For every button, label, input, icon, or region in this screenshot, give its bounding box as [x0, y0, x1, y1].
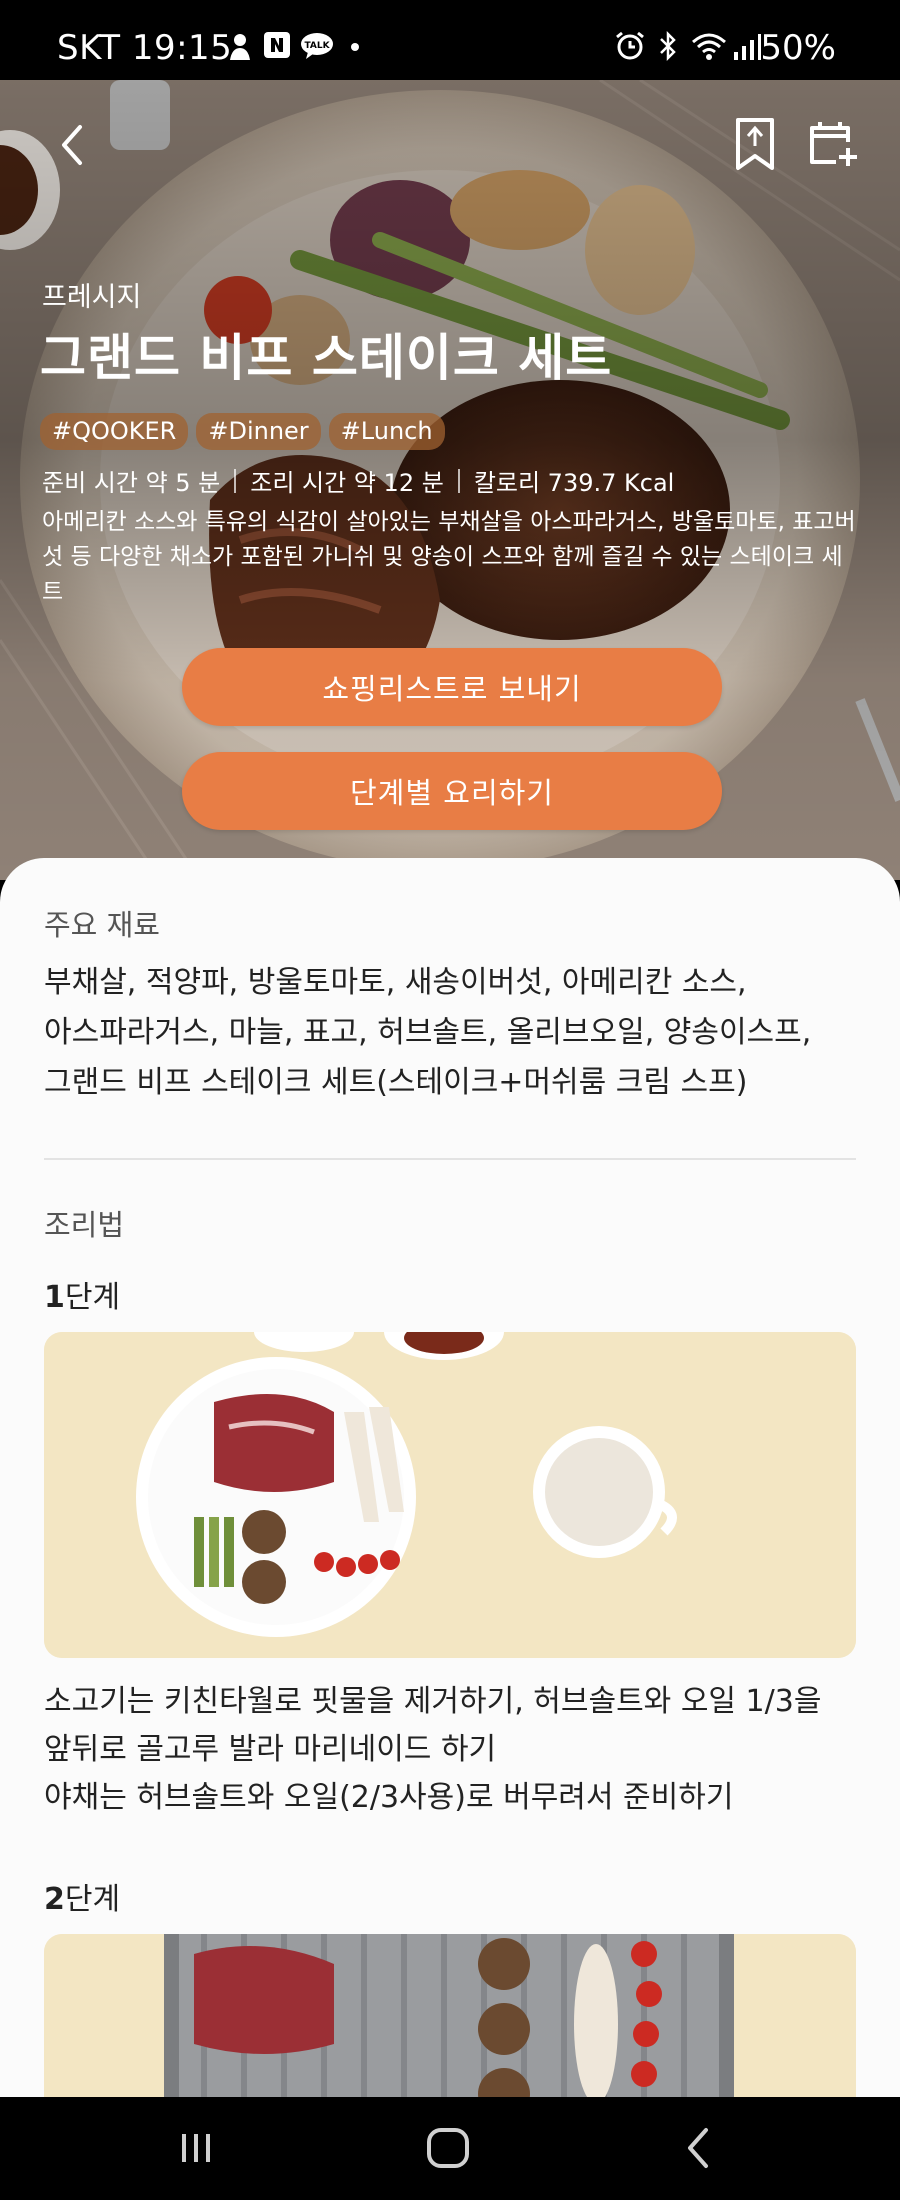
calendar-add-icon: [810, 122, 857, 166]
bluetooth-icon: [660, 30, 676, 62]
dot-icon: [351, 43, 359, 51]
cook-time: 조리 시간 약 12 분: [250, 469, 444, 497]
step-instruction-line: 야채는 허브솔트와 오일(2/3사용)로 버무려서 준비하기: [44, 1780, 734, 1815]
grill-pan-image: [44, 1934, 856, 2098]
prep-time: 준비 시간 약 5 분: [42, 469, 221, 497]
recipe-brand: 프레시지: [42, 282, 142, 313]
alarm-icon: [616, 31, 644, 60]
step-2-image: [44, 1934, 856, 2098]
home-button[interactable]: [418, 2123, 478, 2173]
step-number: 1: [44, 1280, 65, 1315]
system-navigation-bar: [0, 2097, 900, 2200]
meta-separator: [457, 468, 460, 493]
tag-dinner[interactable]: #Dinner: [196, 413, 321, 450]
step-2-label: 2단계: [44, 1874, 120, 1918]
back-button[interactable]: [50, 115, 94, 175]
status-bar: SKT 19:15 TALK 50%: [0, 0, 900, 80]
chevron-left-icon: [62, 125, 82, 165]
recent-apps-button[interactable]: [166, 2123, 226, 2173]
recipe-tags: #QOOKER #Dinner #Lunch: [40, 413, 445, 450]
kakaotalk-icon: TALK: [301, 33, 333, 59]
step-1-instructions: 소고기는 키친타월로 핏물을 제거하기, 허브솔트와 오일 1/3을 앞뒤로 골…: [44, 1678, 874, 1822]
tag-lunch[interactable]: #Lunch: [328, 413, 445, 450]
battery-level: 50%: [760, 28, 836, 68]
send-to-shopping-list-button[interactable]: 쇼핑리스트로 보내기: [182, 648, 722, 726]
recent-apps-icon: [182, 2134, 210, 2162]
step-instruction-line: 소고기는 키친타월로 핏물을 제거하기, 허브솔트와 오일 1/3을: [44, 1684, 822, 1719]
tag-qooker[interactable]: #QOOKER: [40, 413, 189, 450]
system-back-button[interactable]: [668, 2123, 728, 2173]
status-time: SKT 19:15: [57, 28, 233, 68]
recipe-description: 아메리칸 소스와 특유의 식감이 살아있는 부채살을 아스파라거스, 방울토마토…: [42, 509, 856, 605]
step-by-step-cooking-button[interactable]: 단계별 요리하기: [182, 752, 722, 830]
naver-icon: [264, 32, 290, 58]
ingredients-line: 그랜드 비프 스테이크 세트(스테이크+머쉬룸 크림 스프): [44, 1065, 748, 1100]
svg-text:TALK: TALK: [304, 41, 330, 51]
wifi-icon: [692, 33, 726, 60]
calories: 칼로리 739.7 Kcal: [473, 469, 675, 497]
ingredients-list: 부채살, 적양파, 방울토마토, 새송이버섯, 아메리칸 소스, 아스파라거스,…: [44, 958, 864, 1108]
bookmark-icon: [736, 118, 774, 170]
step-1-image: [44, 1332, 856, 1658]
section-divider: [44, 1158, 856, 1160]
home-icon: [427, 2128, 469, 2168]
step-suffix: 단계: [64, 1280, 121, 1315]
ingredients-line: 아스파라거스, 마늘, 표고, 허브솔트, 올리브오일, 양송이스프,: [44, 1015, 812, 1050]
step-instruction-line: 앞뒤로 골고루 발라 마리네이드 하기: [44, 1732, 497, 1767]
recipe-content-card: 주요 재료 부채살, 적양파, 방울토마토, 새송이버섯, 아메리칸 소스, 아…: [0, 858, 900, 2098]
recipe-meta: 준비 시간 약 5 분 조리 시간 약 12 분 칼로리 739.7 Kcal: [42, 463, 674, 498]
back-icon: [688, 2128, 708, 2168]
meta-separator: [234, 468, 237, 493]
recipe-title: 그랜드 비프 스테이크 세트: [40, 329, 613, 387]
ingredients-heading: 주요 재료: [44, 908, 160, 942]
recipe-hero: 프레시지 그랜드 비프 스테이크 세트 #QOOKER #Dinner #Lun…: [0, 80, 900, 880]
person-icon: [230, 34, 250, 60]
step-1-label: 1단계: [44, 1272, 120, 1316]
ingredients-plate-image: [44, 1332, 856, 1658]
step-number: 2: [44, 1882, 65, 1917]
step-suffix: 단계: [64, 1882, 121, 1917]
method-heading: 조리법: [44, 1208, 125, 1242]
ingredients-line: 부채살, 적양파, 방울토마토, 새송이버섯, 아메리칸 소스,: [44, 965, 747, 1000]
bookmark-button[interactable]: [732, 116, 778, 172]
signal-icon: [734, 34, 761, 60]
add-to-calendar-button[interactable]: [806, 118, 858, 168]
